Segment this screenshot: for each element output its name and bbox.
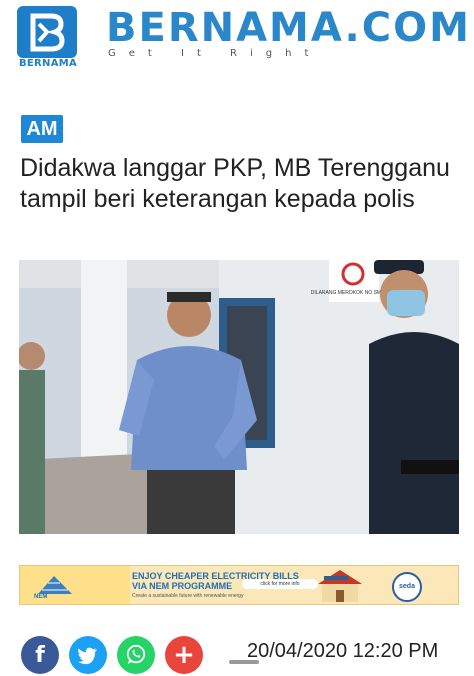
facebook-share-button[interactable]: f (21, 636, 59, 674)
ad-left-logo: NEM (34, 594, 48, 600)
scroll-indicator (229, 660, 259, 664)
twitter-icon (78, 647, 98, 665)
whatsapp-icon (126, 644, 146, 665)
article-datetime: 20/04/2020 12:20 PM (247, 640, 439, 662)
bernama-logo-icon[interactable] (17, 6, 77, 58)
site-header: BERNAMA BERNAMA.COM Get It Right (0, 0, 474, 80)
more-share-button[interactable]: + (165, 636, 203, 674)
ad-headline-2: VIA NEM PROGRAMME (132, 581, 233, 591)
twitter-share-button[interactable] (69, 636, 107, 674)
site-title[interactable]: BERNAMA.COM (106, 6, 471, 50)
facebook-icon: f (35, 643, 45, 668)
ad-banner[interactable]: NEM ENJOY CHEAPER ELECTRICITY BILLS VIA … (19, 565, 459, 605)
category-badge[interactable]: AM (21, 115, 63, 143)
ad-subtext: Create a sustainable future with renewab… (132, 593, 244, 599)
more-share-icon: + (173, 640, 195, 670)
site-tagline: Get It Right (108, 48, 322, 59)
article-photo: DILARANG MEROKOK NO SMOKING (19, 260, 459, 534)
logo-text: BERNAMA (18, 58, 78, 69)
whatsapp-share-button[interactable] (117, 636, 155, 674)
house-illustration-icon (318, 570, 362, 602)
article-headline: Didakwa langgar PKP, MB Terengganu tampi… (20, 154, 450, 213)
seda-logo: seda (392, 572, 422, 602)
ad-more-info-button[interactable]: click for more info (242, 579, 318, 589)
